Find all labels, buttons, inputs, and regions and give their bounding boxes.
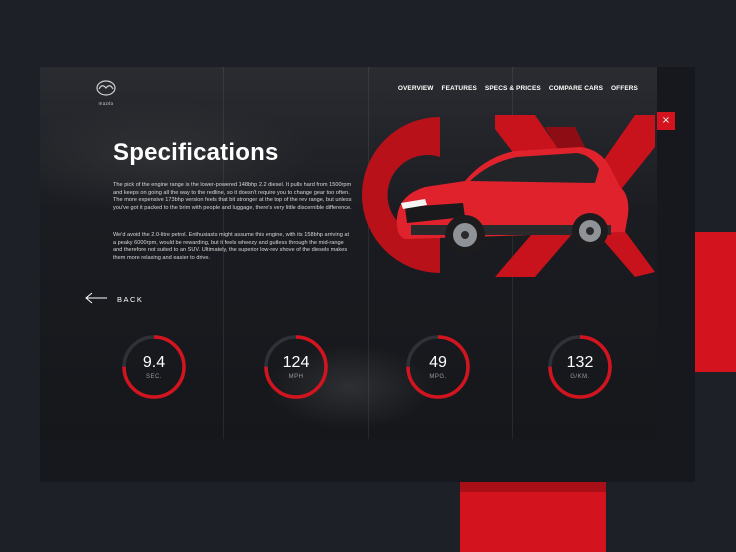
close-button[interactable]: × [657, 112, 675, 130]
close-icon: × [661, 115, 671, 126]
back-label: BACK [117, 294, 144, 304]
nav-item-overview[interactable]: OVERVIEW [398, 85, 434, 92]
stat-unit: MPH [288, 374, 304, 380]
stat-gauge: 9.4 SEC. [120, 333, 188, 401]
decorative-red-shape-bottom [460, 480, 606, 552]
logo-text: mazda [98, 101, 114, 106]
stat-gauge: 124 MPH [262, 333, 330, 401]
nav-item-offers[interactable]: OFFERS [611, 85, 638, 92]
back-button[interactable]: BACK [85, 292, 143, 306]
stat-unit: SEC. [145, 374, 162, 380]
stat-value: 132 [566, 354, 594, 371]
stat-unit: MPG. [429, 374, 447, 380]
stat-value: 124 [282, 354, 310, 371]
stat-gauge: 49 MPG. [404, 333, 472, 401]
stat-value: 49 [429, 354, 447, 371]
arrow-left-icon [85, 292, 107, 306]
spec-paragraph-1: The pick of the engine range is the lowe… [113, 182, 352, 211]
stat-value: 9.4 [142, 354, 166, 371]
nav-item-compare-cars[interactable]: COMPARE CARS [549, 85, 603, 92]
nav-item-specs-prices[interactable]: SPECS & PRICES [485, 85, 541, 92]
spec-card: mazda OVERVIEW FEATURES SPECS & PRICES C… [40, 67, 695, 482]
spec-paragraph-2: We'd avoid the 2.0-litre petrol. Enthusi… [113, 232, 350, 261]
stat-unit: G/KM. [570, 374, 590, 380]
top-nav: OVERVIEW FEATURES SPECS & PRICES COMPARE… [398, 85, 638, 92]
mazda-logo-icon[interactable]: mazda [93, 79, 119, 113]
nav-item-features[interactable]: FEATURES [442, 85, 477, 92]
page-title: Specifications [113, 139, 279, 166]
car-hero-image [345, 107, 662, 287]
stat-gauge: 132 G/KM. [546, 333, 614, 401]
